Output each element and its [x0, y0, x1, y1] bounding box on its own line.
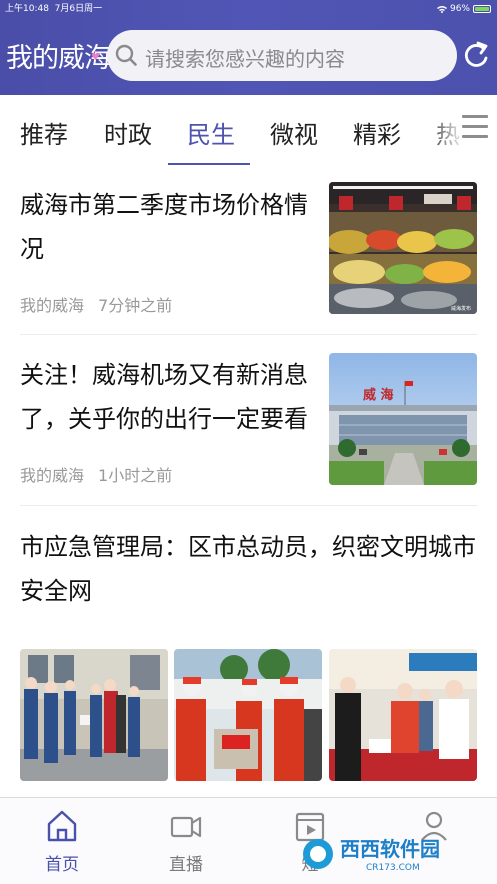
watermark-text: 西西软件园 — [340, 837, 440, 861]
video-camera-icon — [170, 816, 202, 838]
news-photo-2 — [174, 649, 322, 781]
news-source: 我的威海 — [20, 296, 85, 315]
news-source: 我的威海 — [20, 466, 85, 485]
news-photo-3 — [329, 649, 477, 781]
market-photo: 威海发布 — [329, 182, 477, 314]
news-meta: 我的威海 1小时之前 — [20, 462, 172, 486]
search-icon — [115, 44, 137, 66]
heart-icon: ♥ — [91, 52, 100, 63]
refresh-icon[interactable] — [462, 40, 490, 72]
airport-photo: 威 海 — [329, 353, 477, 485]
tab-livelihood[interactable]: 民生 — [187, 115, 235, 150]
news-title-line: 安全网 — [20, 577, 92, 605]
nav-live[interactable]: 直播 — [146, 808, 226, 875]
news-title: 威海市第二季度市场价格情 况 — [20, 183, 308, 271]
status-right: 96% — [436, 0, 491, 18]
status-clock: 上午10:48 — [5, 4, 49, 14]
news-title-line: 了，关乎你的出行一定要看 — [20, 405, 308, 433]
status-time: 上午10:48 7月6日周一 — [5, 0, 102, 18]
news-time: 7分钟之前 — [98, 296, 173, 315]
airport-sign: 威 海 — [363, 387, 394, 403]
watermark-url: CR173.COM — [366, 863, 420, 873]
app-header: 上午10:48 7月6日周一 96% 我的威海 ♥ 请搜索您感兴趣的内容 — [0, 0, 497, 95]
news-title: 市应急管理局：区市总动员，织密文明城市 安全网 — [20, 525, 476, 613]
category-tabs: 推荐 时政 民生 微视 精彩 热 — [0, 95, 497, 167]
nav-home[interactable]: 首页 — [22, 808, 102, 875]
news-title: 关注！威海机场又有新消息 了，关乎你的出行一定要看 — [20, 353, 308, 441]
tab-highlights[interactable]: 精彩 — [353, 115, 401, 150]
home-icon — [47, 810, 77, 842]
search-placeholder: 请搜索您感兴趣的内容 — [145, 47, 345, 71]
tab-micro-video[interactable]: 微视 — [270, 115, 318, 150]
news-time: 1小时之前 — [98, 466, 173, 485]
news-item-3[interactable]: 市应急管理局：区市总动员，织密文明城市 安全网 — [0, 505, 497, 795]
image-watermark: 威海发布 — [451, 305, 471, 312]
news-item-1[interactable]: 威海市第二季度市场价格情 况 我的威海 7分钟之前 威海发布 — [0, 167, 497, 335]
nav-home-label: 首页 — [45, 855, 79, 875]
news-title-line: 威海市第二季度市场价格情 — [20, 191, 308, 219]
battery-icon — [473, 5, 491, 13]
tabs-fade — [425, 95, 465, 167]
nav-live-label: 直播 — [169, 855, 203, 875]
status-date: 7月6日周一 — [54, 4, 103, 14]
site-watermark: 西西软件园 CR173.COM — [303, 837, 440, 873]
status-bar: 上午10:48 7月6日周一 96% — [0, 0, 497, 18]
news-photo-1 — [20, 649, 168, 781]
news-meta: 我的威海 7分钟之前 — [20, 292, 172, 316]
active-tab-indicator — [168, 163, 250, 165]
news-title-line: 况 — [20, 235, 44, 263]
search-bar[interactable]: 请搜索您感兴趣的内容 — [107, 30, 457, 81]
tab-politics[interactable]: 时政 — [104, 115, 152, 150]
battery-percent: 96% — [449, 4, 470, 14]
news-title-line: 市应急管理局：区市总动员，织密文明城市 — [20, 533, 476, 561]
news-title-line: 关注！威海机场又有新消息 — [20, 361, 308, 389]
menu-icon[interactable] — [462, 115, 488, 141]
news-item-2[interactable]: 关注！威海机场又有新消息 了，关乎你的出行一定要看 我的威海 1小时之前 威 海 — [0, 335, 497, 506]
tab-recommend[interactable]: 推荐 — [20, 115, 68, 150]
wifi-icon — [436, 6, 447, 13]
